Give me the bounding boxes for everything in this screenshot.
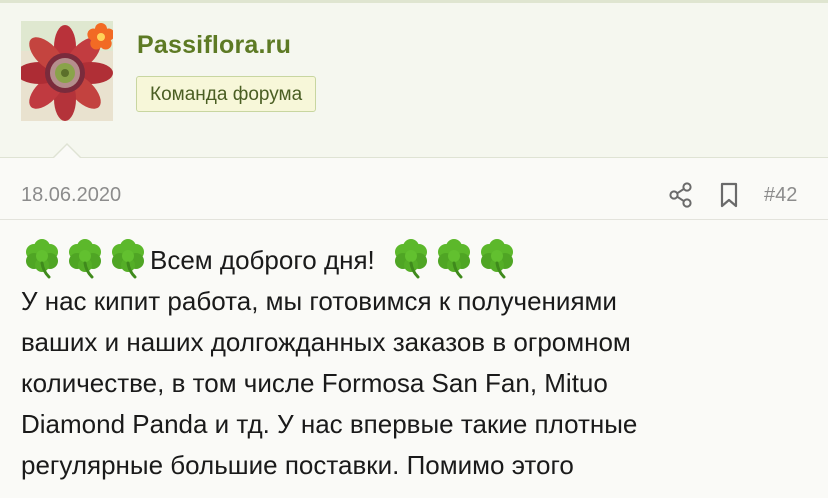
user-avatar[interactable] [21,21,113,121]
post-pointer-arrow-fill [53,145,81,159]
shamrock-icon [393,239,429,279]
post-body: Всем доброго дня! У нас кипит работа, мы… [21,239,811,486]
username-link[interactable]: Passiflora.ru [137,31,291,60]
post-text-line: ваших и наших долгожданных заказов в огр… [21,327,631,357]
user-role-badge: Команда форума [136,76,317,112]
shamrock-icon [436,239,472,279]
post-number-link[interactable]: #42 [764,184,797,207]
forum-post: Passiflora.ru Команда форума 18.06.2020 … [0,0,828,498]
post-meta-bar: 18.06.2020 #42 [0,171,828,220]
shamrock-icon [110,239,146,279]
passion-flower-avatar-image [21,21,113,121]
post-text-line: Diamond Panda и тд. У нас впервые такие … [21,409,638,439]
share-icon[interactable] [668,182,694,208]
post-author-block: Passiflora.ru Команда форума [0,3,828,158]
post-text-line: регулярные большие поставки. Помимо этог… [21,450,574,480]
shamrock-icon [67,239,103,279]
shamrock-icon [479,239,515,279]
post-text-line: количестве, в том числе Formosa San Fan,… [21,368,608,398]
post-text-line: У нас кипит работа, мы готовимся к получ… [21,286,617,316]
greeting-text: Всем доброго дня! [150,245,375,275]
shamrock-icon [24,239,60,279]
bookmark-icon[interactable] [717,181,741,209]
greeting-line: Всем доброго дня! [21,239,811,281]
post-date[interactable]: 18.06.2020 [21,184,121,207]
